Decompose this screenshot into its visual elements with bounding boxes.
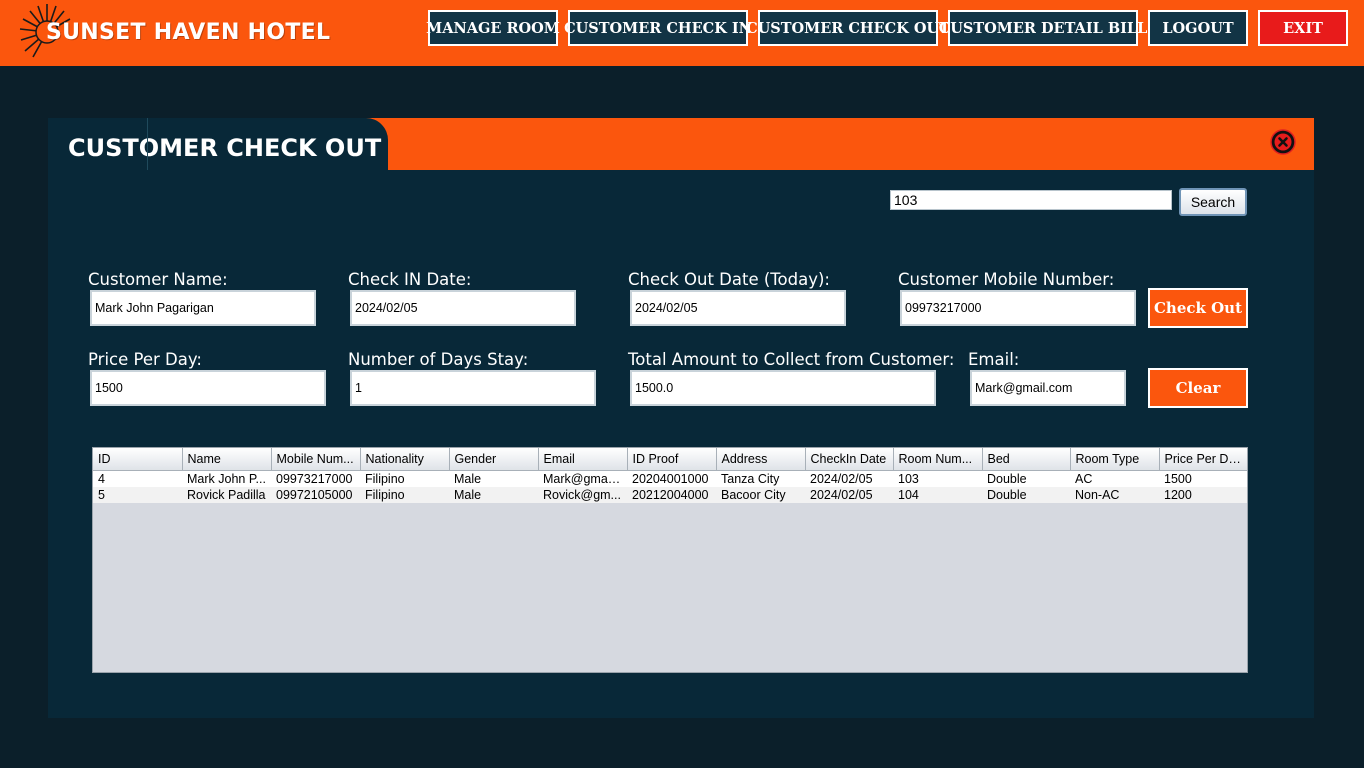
table-cell: 1500 — [1159, 470, 1247, 487]
mobile-number-field[interactable] — [900, 290, 1136, 326]
column-header[interactable]: Mobile Num... — [271, 448, 361, 471]
mobile-number-label: Customer Mobile Number: — [898, 270, 1115, 289]
table-cell: 4 — [93, 470, 182, 487]
total-amount-field[interactable] — [630, 370, 936, 406]
table-cell: Rovick Padilla — [182, 487, 271, 503]
column-header[interactable]: Gender — [449, 448, 539, 471]
top-bar: SUNSET HAVEN HOTEL MANAGE ROOM CUSTOMER … — [0, 0, 1364, 66]
customer-table[interactable]: ID Name Mobile Num... Nationality Gender… — [92, 447, 1248, 673]
exit-button[interactable]: EXIT — [1258, 10, 1348, 46]
table-cell: 104 — [893, 487, 982, 503]
table-cell: 09973217000 — [271, 470, 360, 487]
table-cell: Mark John P... — [182, 470, 271, 487]
table-cell: Non-AC — [1070, 487, 1159, 503]
email-label: Email: — [968, 350, 1020, 369]
manage-room-button[interactable]: MANAGE ROOM — [426, 10, 560, 46]
table-cell: 20204001000 — [627, 470, 716, 487]
table-cell: 1200 — [1159, 487, 1247, 503]
customer-check-out-button[interactable]: CUSTOMER CHECK OUT — [746, 10, 950, 46]
email-field[interactable] — [970, 370, 1126, 406]
table-cell: 2024/02/05 — [805, 487, 893, 503]
table-row[interactable]: 5 Rovick Padilla 09972105000 Filipino Ma… — [93, 487, 1247, 503]
total-amount-label: Total Amount to Collect from Customer: — [628, 350, 955, 369]
table-header-row: ID Name Mobile Num... Nationality Gender… — [93, 448, 1247, 471]
check-out-button[interactable]: Check Out — [1148, 288, 1248, 328]
customer-name-label: Customer Name: — [88, 270, 228, 289]
table-cell: Double — [982, 470, 1070, 487]
check-in-date-field[interactable] — [350, 290, 576, 326]
customer-name-field[interactable] — [90, 290, 316, 326]
check-out-date-label: Check Out Date (Today): — [628, 270, 830, 289]
table-cell: Filipino — [360, 487, 449, 503]
column-header[interactable]: Email — [538, 448, 628, 471]
table-cell: 20212004000 — [627, 487, 716, 503]
table-cell: Double — [982, 487, 1070, 503]
table-cell: Filipino — [360, 470, 449, 487]
search-button[interactable]: Search — [1179, 188, 1247, 216]
customer-detail-bill-button[interactable]: CUSTOMER DETAIL BILL — [939, 10, 1147, 46]
brand-name: SUNSET HAVEN HOTEL — [46, 20, 331, 45]
column-header[interactable]: ID Proof — [627, 448, 717, 471]
column-header[interactable]: Price Per Day — [1159, 448, 1247, 471]
table-cell: 103 — [893, 470, 982, 487]
logout-button[interactable]: LOGOUT — [1148, 10, 1248, 46]
check-out-panel: CUSTOMER CHECK OUT Search Customer Name:… — [48, 118, 1314, 718]
column-header[interactable]: Nationality — [360, 448, 450, 471]
column-header[interactable]: Name — [182, 448, 272, 471]
table-cell: Male — [449, 487, 538, 503]
column-header[interactable]: Bed — [982, 448, 1071, 471]
table-row[interactable]: 4 Mark John P... 09973217000 Filipino Ma… — [93, 470, 1247, 487]
table-cell: Male — [449, 470, 538, 487]
column-header[interactable]: Room Type — [1070, 448, 1160, 471]
check-out-date-field[interactable] — [630, 290, 846, 326]
clear-button[interactable]: Clear — [1148, 368, 1248, 408]
table-cell: Tanza City — [716, 470, 805, 487]
price-per-day-label: Price Per Day: — [88, 350, 202, 369]
search-input[interactable] — [890, 190, 1172, 210]
table-cell: Bacoor City — [716, 487, 805, 503]
days-stay-label: Number of Days Stay: — [348, 350, 529, 369]
panel-title: CUSTOMER CHECK OUT — [68, 134, 382, 162]
table-cell: 5 — [93, 487, 182, 503]
table-cell: Mark@gmail... — [538, 470, 627, 487]
customer-check-in-button[interactable]: CUSTOMER CHECK IN — [564, 10, 752, 46]
close-icon[interactable] — [1270, 129, 1296, 155]
check-in-date-label: Check IN Date: — [348, 270, 472, 289]
column-header[interactable]: Address — [716, 448, 806, 471]
column-header[interactable]: ID — [93, 448, 183, 471]
price-per-day-field[interactable] — [90, 370, 326, 406]
days-stay-field[interactable] — [350, 370, 596, 406]
table-cell: Rovick@gm... — [538, 487, 627, 503]
table-cell: 2024/02/05 — [805, 470, 893, 487]
column-header[interactable]: CheckIn Date — [805, 448, 894, 471]
panel-title-tab: CUSTOMER CHECK OUT — [48, 118, 388, 170]
table-cell: AC — [1070, 470, 1159, 487]
column-header[interactable]: Room Num... — [893, 448, 983, 471]
table-cell: 09972105000 — [271, 487, 360, 503]
